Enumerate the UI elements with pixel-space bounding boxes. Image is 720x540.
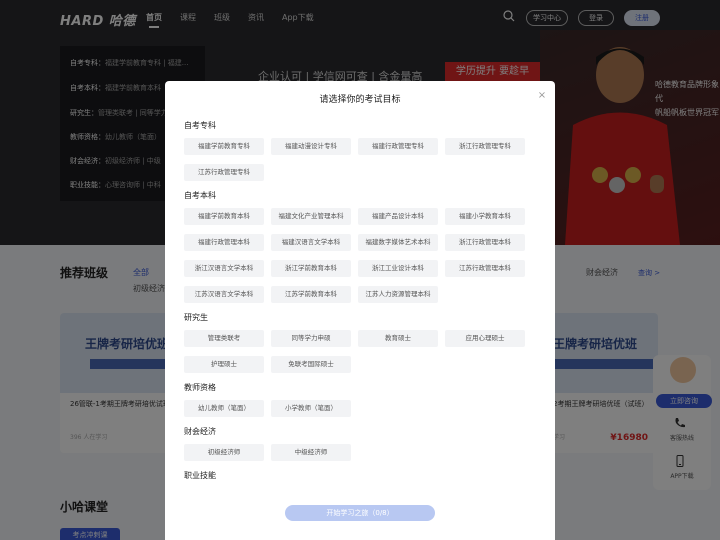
exam-option-group: 初级经济师 中级经济师 bbox=[184, 444, 536, 461]
exam-option-chip[interactable]: 福建学前教育专科 bbox=[184, 138, 264, 155]
exam-option-chip[interactable]: 江苏学前教育本科 bbox=[271, 286, 351, 303]
exam-option-chip[interactable]: 福建文化产业管理本科 bbox=[271, 208, 351, 225]
exam-option-chip[interactable]: 江苏行政管理专科 bbox=[184, 164, 264, 181]
exam-group-title: 自考专科 bbox=[184, 121, 216, 130]
exam-goal-modal: 请选择你的考试目标 × 自考专科福建学前教育专科 福建动漫设计专科 福建行政管理专科… bbox=[165, 81, 555, 540]
exam-option-chip[interactable]: 护理硕士 bbox=[184, 356, 264, 373]
exam-option-chip[interactable]: 中级经济师 bbox=[271, 444, 351, 461]
exam-option-chip[interactable]: 福建动漫设计专科 bbox=[271, 138, 351, 155]
exam-option-chip[interactable]: 应用心理硕士 bbox=[445, 330, 525, 347]
exam-option-chip[interactable]: 免联考国际硕士 bbox=[271, 356, 351, 373]
exam-group-title: 研究生 bbox=[184, 313, 208, 322]
exam-group-title: 自考本科 bbox=[184, 191, 216, 200]
exam-option-chip[interactable]: 福建产品设计本科 bbox=[358, 208, 438, 225]
exam-option-chip[interactable]: 教育硕士 bbox=[358, 330, 438, 347]
exam-option-chip[interactable]: 浙江学前教育本科 bbox=[271, 260, 351, 277]
exam-option-chip[interactable]: 江苏人力资源管理本科 bbox=[358, 286, 438, 303]
exam-option-group: 幼儿教师（笔面） 小学教师（笔面） bbox=[184, 400, 536, 417]
modal-title: 请选择你的考试目标 bbox=[319, 95, 401, 105]
exam-option-chip[interactable]: 浙江工业设计本科 bbox=[358, 260, 438, 277]
exam-option-group: 管理类联考 同等学力申硕 教育硕士 应用心理硕士护理硕士 免联考国际硕士 bbox=[184, 330, 536, 373]
exam-goal-list[interactable]: 自考专科 福建学前教育专科 福建动漫设计专科 福建行政管理专科 浙江行政管理专科 江苏行政… bbox=[165, 111, 555, 501]
exam-option-group: 福建学前教育本科 福建文化产业管理本科 福建产品设计本科 福建小学教育本科福建行政管理… bbox=[184, 208, 536, 303]
exam-option-chip[interactable]: 福建汉语言文学本科 bbox=[271, 234, 351, 251]
exam-option-chip[interactable]: 福建行政管理专科 bbox=[358, 138, 438, 155]
exam-option-chip[interactable]: 浙江汉语言文学本科 bbox=[184, 260, 264, 277]
exam-group-title: 教师资格 bbox=[184, 383, 216, 392]
exam-option-chip[interactable]: 浙江行政管理本科 bbox=[445, 234, 525, 251]
exam-option-group: 福建学前教育专科 福建动漫设计专科 福建行政管理专科 浙江行政管理专科江苏行政管理专科 bbox=[184, 138, 536, 181]
exam-option-chip[interactable]: 江苏行政管理本科 bbox=[445, 260, 525, 277]
exam-option-chip[interactable]: 江苏汉语言文学本科 bbox=[184, 286, 264, 303]
close-icon[interactable]: × bbox=[537, 91, 547, 101]
exam-option-chip[interactable]: 同等学力申硕 bbox=[271, 330, 351, 347]
exam-option-chip[interactable]: 小学教师（笔面） bbox=[271, 400, 351, 417]
exam-option-chip[interactable]: 福建数字媒体艺术本科 bbox=[358, 234, 438, 251]
exam-option-chip[interactable]: 幼儿教师（笔面） bbox=[184, 400, 264, 417]
exam-option-chip[interactable]: 管理类联考 bbox=[184, 330, 264, 347]
exam-group-title: 财会经济 bbox=[184, 427, 216, 436]
exam-option-chip[interactable]: 初级经济师 bbox=[184, 444, 264, 461]
exam-option-chip[interactable]: 福建小学教育本科 bbox=[445, 208, 525, 225]
exam-group-title: 职业技能 bbox=[184, 471, 216, 480]
exam-option-chip[interactable]: 福建行政管理本科 bbox=[184, 234, 264, 251]
exam-option-chip[interactable]: 福建学前教育本科 bbox=[184, 208, 264, 225]
exam-option-chip[interactable]: 浙江行政管理专科 bbox=[445, 138, 525, 155]
start-learning-button[interactable]: 开始学习之旅（0/8） bbox=[285, 505, 435, 521]
modal-footer: 开始学习之旅（0/8） bbox=[165, 501, 555, 540]
